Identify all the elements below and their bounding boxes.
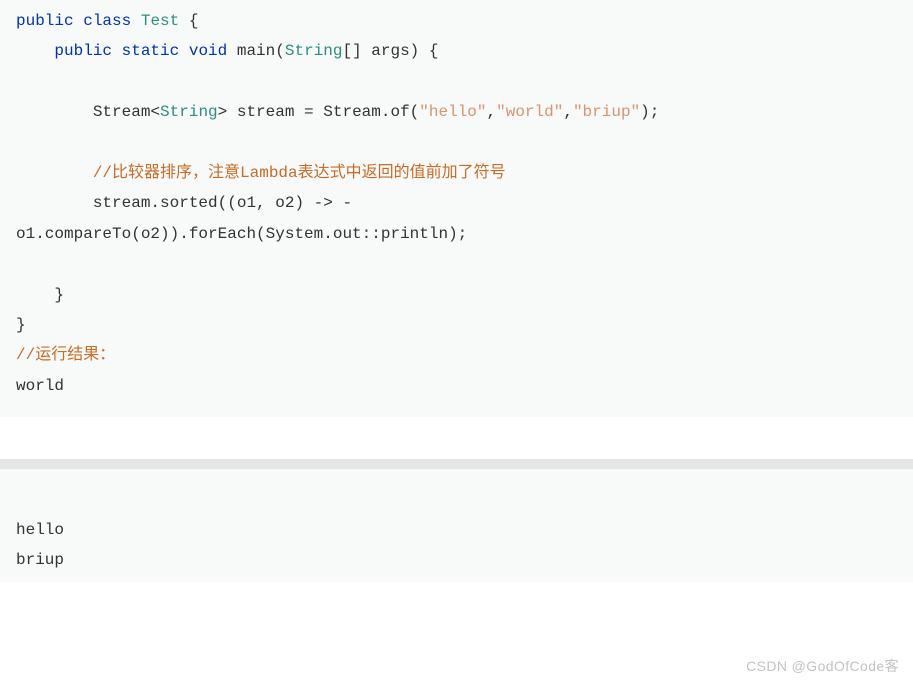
keyword-public: public [54, 42, 112, 60]
code-block: public class Test { public static void m… [0, 0, 913, 417]
output-briup: briup [16, 551, 64, 569]
close-brace: } [54, 286, 64, 304]
keyword-public: public [16, 12, 74, 30]
string-literal: "briup" [573, 103, 640, 121]
output-block: hello briup [0, 469, 913, 582]
stream-decl: Stream< [93, 103, 160, 121]
paren-semi: ); [640, 103, 659, 121]
params: [] args) { [342, 42, 438, 60]
indent [16, 164, 93, 182]
keyword-static: static [122, 42, 180, 60]
comment-result: //运行结果： [16, 346, 115, 364]
output-world: world [16, 377, 64, 395]
comment: //比较器排序，注意Lambda表达式中返回的值前加了符号 [93, 164, 506, 182]
output-hello: hello [16, 521, 64, 539]
indent [16, 286, 54, 304]
brace: { [179, 12, 198, 30]
type-string: String [285, 42, 343, 60]
comma: , [563, 103, 573, 121]
indent [16, 194, 93, 212]
string-literal: "hello" [419, 103, 486, 121]
type-string: String [160, 103, 218, 121]
keyword-class: class [83, 12, 131, 30]
keyword-void: void [189, 42, 227, 60]
compare-foreach: o1.compareTo(o2)).forEach(System.out::pr… [16, 225, 467, 243]
class-name: Test [141, 12, 179, 30]
divider [0, 459, 913, 469]
stream-of: > stream = Stream.of( [218, 103, 420, 121]
close-brace: } [16, 316, 26, 334]
indent [16, 103, 93, 121]
method-name: main( [227, 42, 285, 60]
comma: , [487, 103, 497, 121]
stream-sorted: stream.sorted((o1, o2) -> - [93, 194, 352, 212]
page-container: public class Test { public static void m… [0, 0, 913, 582]
string-literal: "world" [496, 103, 563, 121]
indent [16, 42, 54, 60]
watermark: CSDN @GodOfCode客 [746, 656, 899, 676]
gap [0, 417, 913, 459]
